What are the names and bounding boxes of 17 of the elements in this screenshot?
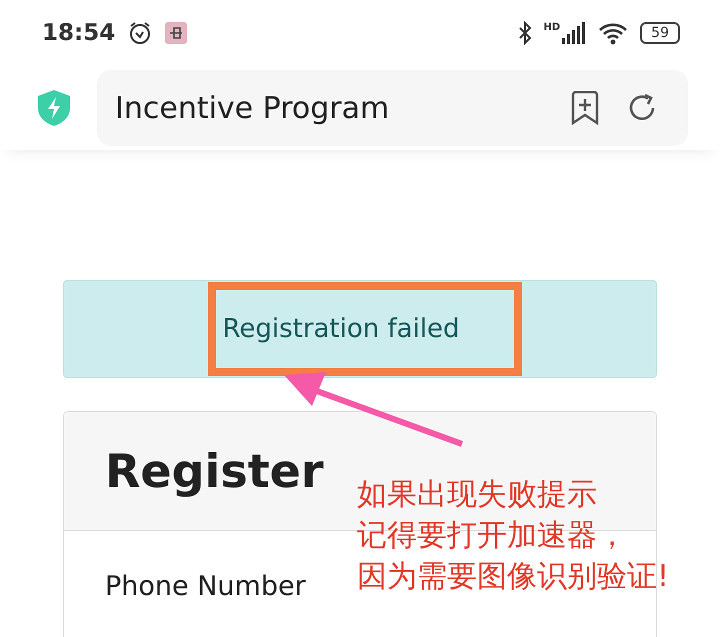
- status-time: 18:54: [42, 20, 116, 46]
- annotation-line: 如果出现失败提示: [357, 476, 598, 514]
- field-label: Phone Number: [105, 571, 306, 602]
- address-bar[interactable]: Incentive Program: [97, 70, 688, 146]
- app-notification-icon: [165, 22, 188, 44]
- annotation-line: 因为需要图像识别验证!: [357, 558, 670, 596]
- annotation-line: 记得要打开加速器，: [357, 517, 628, 555]
- signal-icon: [562, 22, 586, 44]
- bookmark-add-icon[interactable]: [570, 91, 600, 125]
- wifi-icon: [598, 21, 628, 45]
- battery-indicator: 59: [640, 22, 680, 44]
- bluetooth-icon: [518, 21, 532, 45]
- card-title: Register: [105, 444, 324, 498]
- alert-message: Registration failed: [222, 314, 460, 344]
- page-title: Incentive Program: [115, 90, 390, 126]
- shield-icon: [37, 89, 71, 127]
- network-type-label: HD: [544, 22, 560, 33]
